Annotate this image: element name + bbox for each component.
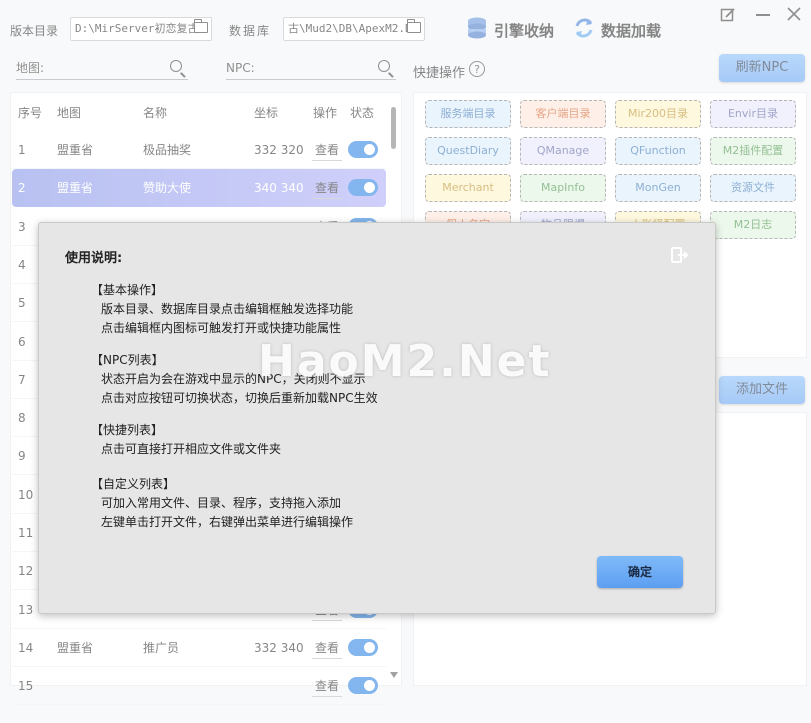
usage-dialog: 使用说明: 【基本操作】版本目录、数据库目录点击编辑框触发选择功能 点击编辑框内图… xyxy=(38,222,716,614)
exit-icon[interactable] xyxy=(669,245,689,265)
dialog-title: 使用说明: xyxy=(65,251,123,266)
dialog-section-heading: 【基本操作】 xyxy=(91,283,164,297)
dialog-section-line: 点击可直接打开相应文件或文件夹 xyxy=(101,442,282,456)
dialog-section-line: 可加入常用文件、目录、程序，支持拖入添加 xyxy=(101,496,342,510)
dialog-section-line: 点击编辑框内图标可触发打开或快捷功能属性 xyxy=(101,321,342,335)
watermark: HaoM2.Net xyxy=(258,336,552,387)
dialog-section-line: 点击对应按钮可切换状态，切换后重新加载NPC生效 xyxy=(101,391,378,405)
dialog-section-heading: 【快捷列表】 xyxy=(91,423,164,437)
dialog-section-line: 版本目录、数据库目录点击编辑框触发选择功能 xyxy=(101,302,354,316)
dialog-section-heading: 【自定义列表】 xyxy=(91,477,176,491)
dialog-section-line: 左键单击打开文件，右键弹出菜单进行编辑操作 xyxy=(101,515,354,529)
ok-button[interactable]: 确定 xyxy=(597,556,683,588)
dialog-section-heading: 【NPC列表】 xyxy=(91,353,164,367)
